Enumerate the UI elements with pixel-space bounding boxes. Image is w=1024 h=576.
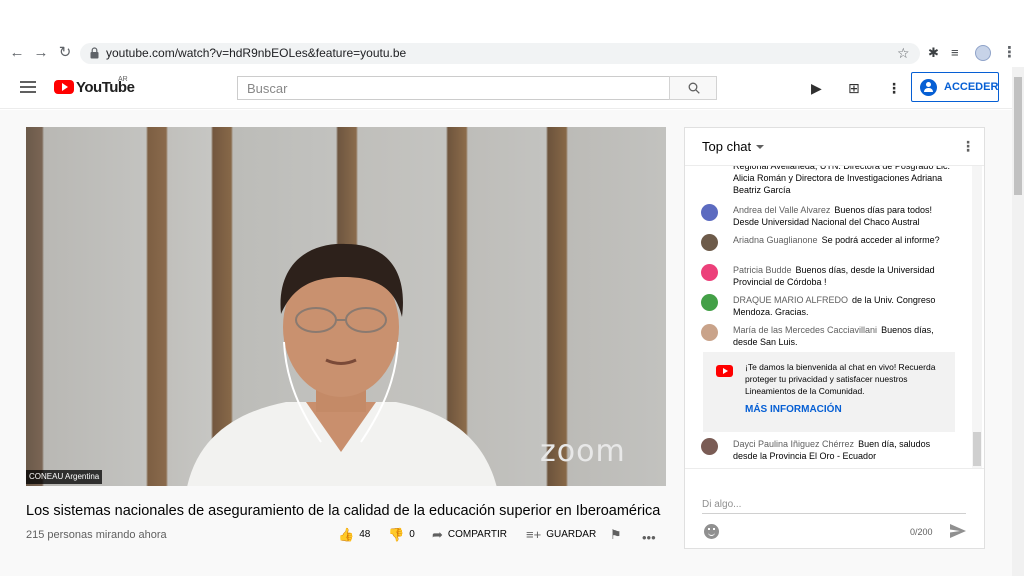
chat-header: Top chat ⋮	[685, 128, 984, 166]
search-icon	[688, 82, 700, 94]
extensions-puzzle-icon[interactable]: ✱	[928, 45, 939, 61]
playlist-add-icon: ≡+	[526, 527, 542, 542]
chat-message-text: Regional Avellaneda, UTN. Directora de P…	[733, 166, 950, 195]
youtube-icon	[716, 365, 733, 377]
share-icon: ➦	[432, 527, 443, 542]
lock-icon	[90, 47, 99, 59]
chat-message: Regional Avellaneda, UTN. Directora de P…	[702, 166, 954, 196]
chat-author[interactable]: Dayci Paulina Iñiguez Chérrez	[733, 439, 854, 449]
save-button[interactable]: ≡+ GUARDAR	[526, 527, 596, 542]
chat-author[interactable]: DRAQUE MARIO ALFREDO	[733, 295, 848, 305]
chat-author[interactable]: Patricia Budde	[733, 265, 792, 275]
settings-menu-icon[interactable]: ⋮	[887, 80, 901, 97]
avatar[interactable]	[701, 234, 718, 251]
create-video-icon[interactable]: ▶	[811, 80, 822, 97]
flag-icon: ⚑	[610, 527, 622, 542]
avatar[interactable]	[701, 204, 718, 221]
search-input[interactable]: Buscar	[237, 76, 669, 100]
browser-menu-icon[interactable]: ⋮	[1002, 43, 1017, 61]
emoji-icon[interactable]	[704, 524, 719, 539]
share-label: COMPARTIR	[447, 529, 507, 540]
live-chat-panel: Top chat ⋮ Regional Avellaneda, UTN. Dir…	[684, 127, 985, 549]
back-arrow-icon[interactable]: ←	[8, 44, 26, 62]
avatar[interactable]	[701, 264, 718, 281]
signin-button[interactable]: ACCEDER	[911, 72, 999, 102]
hamburger-menu-icon[interactable]	[20, 81, 36, 93]
chat-scroll-thumb[interactable]	[973, 432, 981, 466]
video-title: Los sistemas nacionales de aseguramiento…	[26, 503, 661, 519]
chat-message-input[interactable]: Di algo...	[702, 496, 966, 514]
youtube-header: YouTube AR Buscar ▶ ⊞ ⋮ ACCEDER	[0, 67, 1012, 109]
dislike-count: 0	[409, 529, 415, 540]
chat-message: DRAQUE MARIO ALFREDO de la Univ. Congreso…	[701, 294, 954, 318]
send-icon[interactable]	[949, 523, 967, 539]
chat-input-area: Di algo... 0/200	[685, 468, 984, 548]
chat-menu-icon[interactable]: ⋮	[961, 138, 975, 155]
chat-welcome-banner: ¡Te damos la bienvenida al chat en vivo!…	[703, 352, 955, 432]
chat-mode-dropdown[interactable]: Top chat	[702, 139, 765, 154]
chat-author[interactable]: María de las Mercedes Cacciavillani	[733, 325, 877, 335]
like-count: 48	[359, 529, 371, 540]
save-label: GUARDAR	[546, 529, 597, 540]
more-info-link[interactable]: MÁS INFORMACIÓN	[745, 404, 842, 415]
avatar[interactable]	[701, 324, 718, 341]
thumbs-down-icon: 👎	[388, 527, 405, 542]
page-scroll-thumb[interactable]	[1014, 77, 1022, 195]
chat-message-text: Se podrá acceder al informe?	[821, 235, 940, 245]
welcome-text: ¡Te damos la bienvenida al chat en vivo!…	[745, 362, 936, 396]
bookmark-star-icon[interactable]: ☆	[897, 45, 910, 62]
thumbs-up-icon: 👍	[338, 527, 355, 542]
browser-toolbar: ← → ↻ youtube.com/watch?v=hdR9nbEOLes&fe…	[0, 40, 1024, 67]
search-button[interactable]	[669, 76, 717, 100]
apps-grid-icon[interactable]: ⊞	[848, 80, 860, 97]
page-scrollbar[interactable]	[1012, 67, 1024, 576]
forward-arrow-icon[interactable]: →	[32, 44, 50, 62]
chat-message: María de las Mercedes Cacciavillani Bueno…	[701, 324, 954, 348]
chat-mode-label: Top chat	[702, 139, 752, 154]
chat-scrollbar[interactable]	[972, 166, 982, 468]
chat-message: Dayci Paulina Iñiguez Chérrez Buen día, s…	[701, 438, 954, 462]
chat-author[interactable]: Andrea del Valle Alvarez	[733, 205, 830, 215]
avatar[interactable]	[701, 438, 718, 455]
report-button[interactable]: ⚑	[610, 527, 627, 543]
char-count: 0/200	[910, 527, 933, 537]
share-button[interactable]: ➦ COMPARTIR	[432, 527, 507, 543]
chat-message: Patricia Budde Buenos días, desde la Univ…	[701, 264, 954, 288]
like-button[interactable]: 👍 48	[338, 527, 370, 543]
more-actions-icon[interactable]: •••	[642, 530, 656, 545]
video-caption: CONEAU Argentina	[26, 470, 103, 484]
media-queue-icon[interactable]: ≡	[951, 45, 959, 60]
chat-author[interactable]: Ariadna Guaglianone	[733, 235, 818, 245]
viewer-count: 215 personas mirando ahora	[26, 529, 167, 541]
reload-icon[interactable]: ↻	[56, 44, 74, 62]
signin-label: ACCEDER	[944, 81, 999, 93]
profile-avatar[interactable]	[975, 45, 991, 61]
logo-region: AR	[118, 76, 128, 83]
caret-down-icon	[756, 145, 765, 149]
chat-message: Ariadna Guaglianone Se podrá acceder al i…	[701, 234, 954, 251]
address-bar[interactable]: youtube.com/watch?v=hdR9nbEOLes&feature=…	[80, 43, 920, 64]
video-speaker-image	[187, 243, 497, 486]
youtube-play-icon	[54, 80, 74, 94]
zoom-watermark: zoom	[540, 434, 626, 469]
video-player[interactable]: zoom CONEAU Argentina	[26, 127, 666, 486]
account-circle-icon	[920, 79, 937, 96]
dislike-button[interactable]: 👎 0	[388, 527, 415, 543]
chat-message: Andrea del Valle Alvarez Buenos días para…	[701, 204, 954, 228]
avatar[interactable]	[701, 294, 718, 311]
url-text[interactable]: youtube.com/watch?v=hdR9nbEOLes&feature=…	[106, 46, 406, 60]
chat-message-list: Regional Avellaneda, UTN. Directora de P…	[685, 166, 984, 468]
